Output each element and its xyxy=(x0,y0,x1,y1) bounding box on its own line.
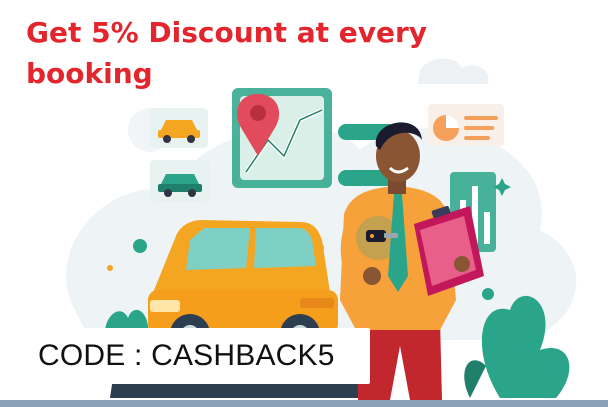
bottom-divider xyxy=(0,400,608,407)
car-key-icon xyxy=(356,216,400,260)
promo-code-box: CODE : CASHBACK5 xyxy=(24,328,370,384)
pie-chart-icon xyxy=(428,104,504,146)
promo-banner: Get 5% Discount at every booking CODE : … xyxy=(0,0,608,407)
car-icon xyxy=(150,108,208,148)
promo-code-label: CODE : CASHBACK5 xyxy=(38,339,335,372)
promo-headline: Get 5% Discount at every booking xyxy=(26,16,428,90)
car-icon xyxy=(150,160,210,202)
